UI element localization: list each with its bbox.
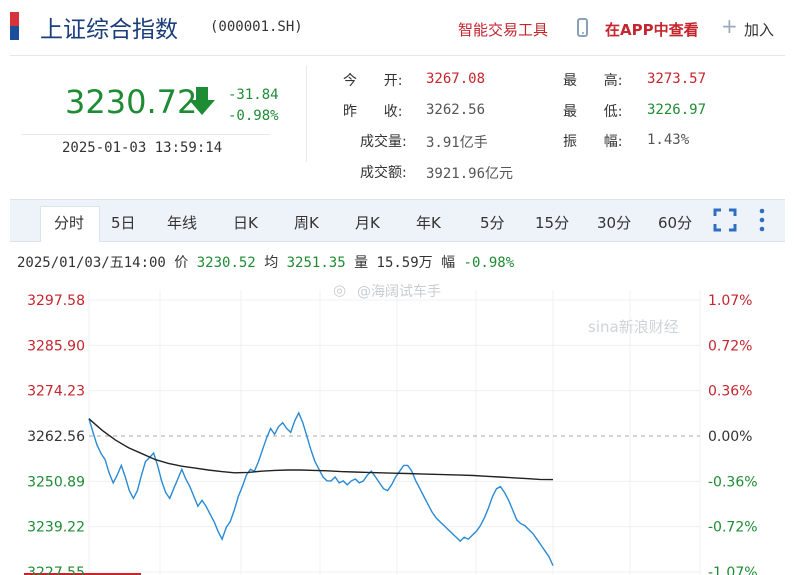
y-tick-left: 3274.23: [27, 384, 85, 400]
info-vol-label: 量: [354, 255, 369, 271]
volume-value: 3.91亿手: [426, 135, 488, 151]
y-tick-left: 3285.90: [27, 338, 85, 354]
tab-yearly-k[interactable]: 年K: [416, 212, 441, 233]
y-tick-left: 3262.56: [27, 429, 85, 445]
tab-5min[interactable]: 5分: [480, 212, 505, 233]
info-pct: -0.98%: [463, 255, 515, 271]
info-pct-label: 幅: [441, 255, 456, 271]
more-vertical-icon[interactable]: [758, 208, 766, 232]
stock-code: (000001.SH): [210, 19, 303, 35]
tab-5day[interactable]: 5日: [111, 212, 136, 233]
open-in-app-link[interactable]: 在APP中查看: [605, 19, 699, 40]
y-tick-left: 3250.89: [27, 474, 85, 490]
amount-value: 3921.96亿元: [426, 166, 514, 182]
tab-15min[interactable]: 15分: [535, 212, 569, 233]
chart-tabs: 分时 5日 年线 日K 周K 月K 年K 5分 15分 30分 60分: [10, 199, 785, 242]
arrow-down-icon: [189, 87, 215, 115]
open-value: 3267.08: [426, 71, 486, 87]
tab-daily-k[interactable]: 日K: [233, 212, 258, 233]
open-label: 今 开:: [343, 73, 403, 89]
plus-icon[interactable]: +: [721, 16, 738, 36]
trade-tool-link[interactable]: 智能交易工具: [458, 19, 548, 40]
low-value: 3226.97: [647, 102, 707, 118]
y-tick-right: -0.36%: [708, 474, 758, 490]
tab-60min[interactable]: 60分: [658, 212, 692, 233]
amount-label: 成交额:: [360, 165, 407, 181]
brand-bar: [10, 12, 19, 40]
info-vol: 15.59万: [376, 255, 433, 271]
divider: [306, 66, 307, 162]
info-price: 3230.52: [196, 255, 256, 271]
amplitude-label: 振 幅:: [563, 134, 623, 150]
fullscreen-icon[interactable]: [713, 208, 737, 232]
add-watchlist-button[interactable]: 加入: [744, 19, 774, 40]
y-tick-right: -1.07%: [708, 565, 758, 575]
divider: [10, 55, 785, 56]
current-price: 3230.72: [65, 83, 198, 121]
header: 上证综合指数 (000001.SH) 智能交易工具 在APP中查看 + 加入: [0, 0, 810, 54]
info-date: 2025/01/03/五14:00: [17, 255, 166, 271]
divider: [22, 134, 270, 135]
crosshair-info: 2025/01/03/五14:00 价 3230.52 均 3251.35 量 …: [17, 252, 514, 272]
y-tick-left: 3297.58: [27, 293, 85, 309]
amplitude-value: 1.43%: [647, 132, 690, 148]
change-percent: -0.98%: [228, 108, 279, 124]
watermark-text: @海阔试车手: [357, 284, 441, 300]
phone-icon[interactable]: [577, 18, 588, 37]
tab-minute[interactable]: 分时: [54, 212, 84, 233]
prev-close-value: 3262.56: [426, 102, 486, 118]
volume-label: 成交量:: [360, 134, 407, 150]
prev-close-label: 昨 收:: [343, 104, 403, 120]
sina-name: 新浪财经: [618, 318, 679, 336]
quote-time: 2025-01-03 13:59:14: [62, 140, 223, 156]
sina-brand: sina: [588, 318, 619, 336]
change-value: -31.84: [228, 87, 279, 103]
tab-30min[interactable]: 30分: [597, 212, 631, 233]
y-tick-right: 0.72%: [708, 338, 752, 354]
page-title: 上证综合指数: [40, 17, 178, 43]
y-tick-right: 0.36%: [708, 384, 752, 400]
info-avg: 3251.35: [286, 255, 346, 271]
sina-logo: sina新浪财经: [588, 316, 679, 337]
y-tick-left: 3239.22: [27, 520, 85, 536]
tab-monthly-k[interactable]: 月K: [355, 212, 380, 233]
intraday-chart[interactable]: 3297.58 1.07% 3285.90 0.72% 3274.23 0.36% 3262…: [0, 280, 810, 575]
price-change: -31.84 -0.98%: [228, 85, 279, 127]
high-value: 3273.57: [647, 71, 707, 87]
y-tick-right: 1.07%: [708, 293, 752, 309]
y-tick-right: 0.00%: [708, 429, 752, 445]
high-label: 最 高:: [563, 73, 623, 89]
y-tick-left: 3227.55: [27, 565, 85, 575]
tab-weekly-k[interactable]: 周K: [294, 212, 319, 233]
low-label: 最 低:: [563, 104, 623, 120]
weibo-icon: ◎: [333, 281, 347, 299]
info-price-label: 价: [174, 255, 189, 271]
y-tick-right: -0.72%: [708, 520, 758, 536]
info-avg-label: 均: [264, 255, 279, 271]
tab-year-line[interactable]: 年线: [167, 212, 197, 233]
